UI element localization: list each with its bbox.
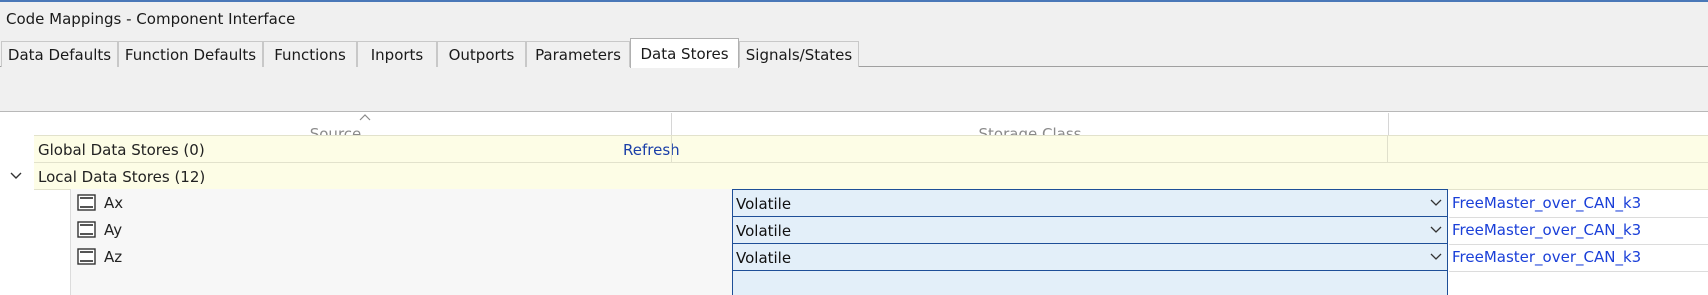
tab-function-defaults[interactable]: Function Defaults [118, 41, 263, 67]
toolbar-area [0, 67, 1708, 112]
header-file-link[interactable]: FreeMaster_over_CAN_k3 [1452, 194, 1641, 212]
storage-class-dropdown[interactable] [732, 270, 1448, 295]
title-bar: Code Mappings - Component Interface [0, 2, 1708, 37]
storage-class-value: Volatile [736, 195, 792, 213]
source-cell[interactable]: Az [70, 243, 732, 272]
header-file-cell[interactable]: FreeMaster_over_CAN_k3 [1449, 216, 1708, 245]
tab-data-defaults[interactable]: Data Defaults [1, 41, 118, 67]
chevron-down-icon[interactable] [1430, 199, 1442, 207]
data-store-name: Ax [104, 194, 124, 212]
storage-class-value: Volatile [736, 249, 792, 267]
table-row[interactable] [70, 270, 1708, 295]
tab-outports[interactable]: Outports [437, 41, 526, 67]
group-row-global-data-stores[interactable]: Global Data Stores (0) Refresh [34, 135, 1708, 163]
source-cell[interactable]: Ay [70, 216, 732, 245]
tab-parameters[interactable]: Parameters [526, 41, 630, 67]
group-row-local-data-stores[interactable]: Local Data Stores (12) [34, 162, 1708, 190]
data-store-name: Az [104, 248, 123, 266]
storage-class-dropdown[interactable]: Volatile [732, 216, 1448, 245]
mapping-grid: Source Storage Class Global Data Stores … [0, 113, 1708, 295]
cell-divider [671, 136, 672, 162]
tab-strip: Data Defaults Function Defaults Function… [0, 37, 1708, 68]
tab-data-stores[interactable]: Data Stores [630, 38, 739, 68]
table-row[interactable]: Ay Volatile FreeMaster_over_CAN_k3 [70, 216, 1708, 245]
data-store-block-icon [77, 248, 96, 265]
header-file-cell[interactable]: FreeMaster_over_CAN_k3 [1449, 243, 1708, 272]
storage-class-dropdown[interactable]: Volatile [732, 243, 1448, 272]
tab-inports[interactable]: Inports [357, 41, 437, 67]
window-title: Code Mappings - Component Interface [6, 10, 296, 28]
data-store-name: Ay [104, 221, 123, 239]
source-cell[interactable]: Ax [70, 189, 732, 218]
chevron-down-icon[interactable] [1430, 253, 1442, 261]
header-file-link[interactable]: FreeMaster_over_CAN_k3 [1452, 221, 1641, 239]
data-store-block-icon [77, 194, 96, 211]
storage-class-value: Volatile [736, 222, 792, 240]
tab-functions[interactable]: Functions [263, 41, 357, 67]
cell-divider [1387, 136, 1388, 162]
source-cell[interactable] [70, 270, 732, 295]
data-store-block-icon [77, 221, 96, 238]
table-row[interactable]: Ax Volatile FreeMaster_over_CAN_k3 [70, 189, 1708, 218]
group-label: Global Data Stores (0) [38, 141, 205, 159]
chevron-down-icon[interactable] [1430, 226, 1442, 234]
collapse-chevron-icon[interactable] [8, 168, 24, 184]
header-file-link[interactable]: FreeMaster_over_CAN_k3 [1452, 248, 1641, 266]
tab-signals-states[interactable]: Signals/States [739, 41, 859, 67]
storage-class-dropdown[interactable]: Volatile [732, 189, 1448, 218]
group-label: Local Data Stores (12) [38, 168, 206, 186]
header-file-cell[interactable]: FreeMaster_over_CAN_k3 [1449, 189, 1708, 218]
table-row[interactable]: Az Volatile FreeMaster_over_CAN_k3 [70, 243, 1708, 272]
